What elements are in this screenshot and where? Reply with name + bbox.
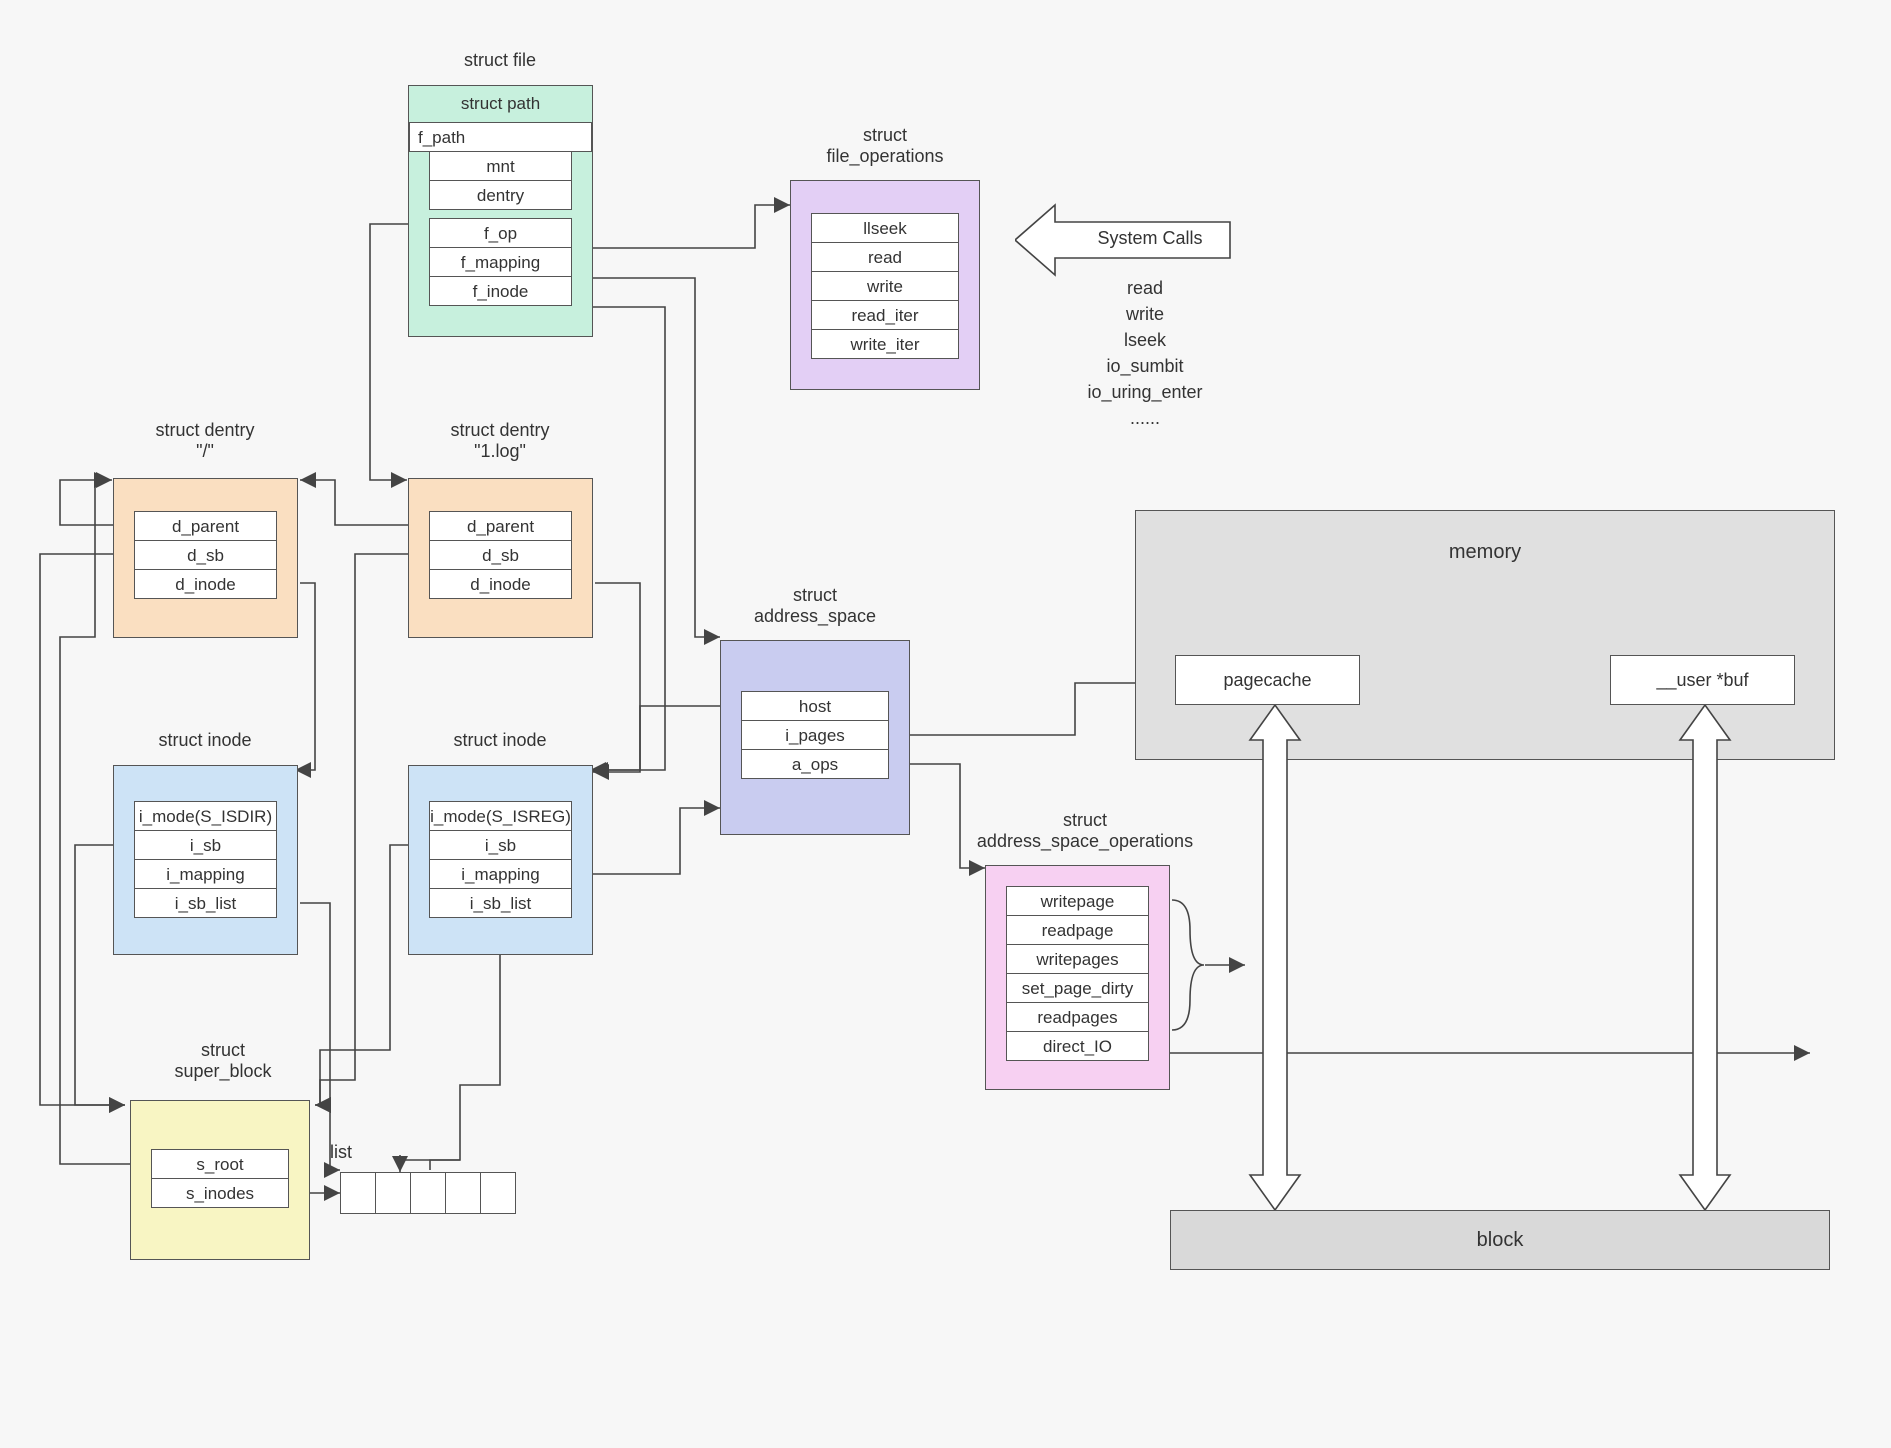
addr-field: i_pages	[741, 720, 889, 750]
inode-field: i_sb_list	[134, 888, 277, 918]
userbuf-block-arrow	[1670, 705, 1740, 1210]
fops-field: llseek	[811, 213, 959, 243]
inode-field: i_sb	[429, 830, 572, 860]
inode-field: i_sb	[134, 830, 277, 860]
dentry-field: d_sb	[134, 540, 277, 570]
list-label: list	[330, 1142, 352, 1163]
aops-field: writepages	[1006, 944, 1149, 974]
dentry-root-title: struct dentry "/"	[110, 420, 300, 462]
struct-address-space: host i_pages a_ops	[720, 640, 910, 835]
struct-super-block: s_root s_inodes	[130, 1100, 310, 1260]
aops-title: struct address_space_operations	[955, 810, 1215, 852]
userbuf-box: __user *buf	[1610, 655, 1795, 705]
fops-field: write	[811, 271, 959, 301]
aops-field: set_page_dirty	[1006, 973, 1149, 1003]
super-block-title: struct super_block	[128, 1040, 318, 1082]
struct-file: struct path f_path mnt dentry f_op f_map…	[408, 85, 593, 337]
inode-dir-title: struct inode	[110, 730, 300, 751]
fops-field: write_iter	[811, 329, 959, 359]
struct-file-title: struct file	[400, 50, 600, 71]
pagecache-box: pagecache	[1175, 655, 1360, 705]
syscall-item: io_uring_enter	[1060, 379, 1230, 405]
inode-field: i_sb_list	[429, 888, 572, 918]
inode-field: i_mode(S_ISDIR)	[134, 801, 277, 831]
struct-path-label: struct path	[409, 94, 592, 114]
fops-title: struct file_operations	[790, 125, 980, 167]
pagecache-block-arrow	[1240, 705, 1310, 1210]
addr-field: a_ops	[741, 749, 889, 779]
memory-label: memory	[1136, 541, 1834, 564]
syscall-item: write	[1060, 301, 1230, 327]
inode-reg-title: struct inode	[405, 730, 595, 751]
addr-field: host	[741, 691, 889, 721]
file-field: f_inode	[429, 276, 572, 306]
aops-field: direct_IO	[1006, 1031, 1149, 1061]
struct-inode-reg: i_mode(S_ISREG) i_sb i_mapping i_sb_list	[408, 765, 593, 955]
aops-field: readpages	[1006, 1002, 1149, 1032]
address-space-title: struct address_space	[720, 585, 910, 627]
dentry-field: d_inode	[429, 569, 572, 599]
dentry-field: d_parent	[134, 511, 277, 541]
block-box: block	[1170, 1210, 1830, 1270]
dentry-field: d_parent	[429, 511, 572, 541]
syscall-item: io_sumbit	[1060, 353, 1230, 379]
struct-file-operations: llseek read write read_iter write_iter	[790, 180, 980, 390]
aops-field: readpage	[1006, 915, 1149, 945]
syscall-item: read	[1060, 275, 1230, 301]
struct-dentry-root: d_parent d_sb d_inode	[113, 478, 298, 638]
file-field: f_mapping	[429, 247, 572, 277]
inode-field: i_mapping	[134, 859, 277, 889]
aops-field: writepage	[1006, 886, 1149, 916]
dentry-field: d_inode	[134, 569, 277, 599]
dentry-log-title: struct dentry "1.log"	[405, 420, 595, 462]
syscalls-items: read write lseek io_sumbit io_uring_ente…	[1060, 275, 1230, 431]
file-field: mnt	[429, 151, 572, 181]
sb-field: s_root	[151, 1149, 289, 1179]
syscall-item: lseek	[1060, 327, 1230, 353]
sb-field: s_inodes	[151, 1178, 289, 1208]
inode-field: i_mapping	[429, 859, 572, 889]
inode-field: i_mode(S_ISREG)	[429, 801, 572, 831]
fops-field: read	[811, 242, 959, 272]
file-field: dentry	[429, 180, 572, 210]
struct-aops: writepage readpage writepages set_page_d…	[985, 865, 1170, 1090]
syscall-item: ......	[1060, 405, 1230, 431]
file-field: f_op	[429, 218, 572, 248]
struct-inode-dir: i_mode(S_ISDIR) i_sb i_mapping i_sb_list	[113, 765, 298, 955]
fops-field: read_iter	[811, 300, 959, 330]
file-field: f_path	[409, 122, 592, 152]
struct-dentry-log: d_parent d_sb d_inode	[408, 478, 593, 638]
dentry-field: d_sb	[429, 540, 572, 570]
syscalls-label: System Calls	[1075, 228, 1225, 249]
